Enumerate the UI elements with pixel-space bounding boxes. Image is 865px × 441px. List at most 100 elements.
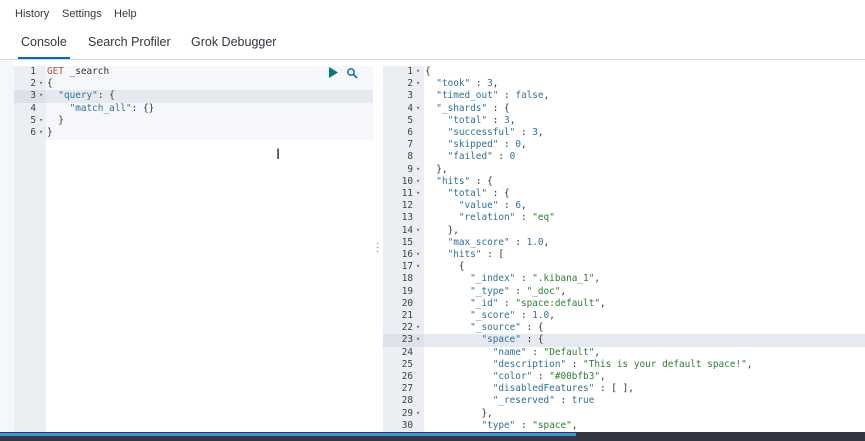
code-token: false bbox=[515, 90, 544, 102]
fold-arrow-icon[interactable]: ▾ bbox=[416, 250, 420, 258]
code-token: , bbox=[560, 285, 567, 297]
line-number: 5 bbox=[30, 114, 36, 126]
code-token: , bbox=[746, 358, 753, 370]
fold-arrow-icon[interactable]: ▾ bbox=[416, 104, 420, 112]
menu-help[interactable]: Help bbox=[114, 8, 137, 20]
code-token: "_reserved" bbox=[492, 395, 555, 407]
code-line: }, bbox=[424, 225, 865, 237]
line-number: 15 bbox=[401, 236, 413, 248]
code-line: { bbox=[46, 78, 373, 90]
bottom-status-bar bbox=[0, 432, 865, 441]
fold-arrow-icon[interactable]: ▾ bbox=[416, 189, 420, 197]
line-number: 11 bbox=[401, 188, 413, 199]
code-token: : bbox=[492, 151, 510, 163]
code-token: : bbox=[515, 419, 533, 431]
code-token: : bbox=[498, 139, 516, 151]
code-line: "disabledFeatures" : [ ], bbox=[424, 383, 865, 395]
fold-arrow-icon[interactable]: ▾ bbox=[39, 79, 43, 87]
menu-history[interactable]: History bbox=[15, 8, 49, 20]
code-line: "hits" : { bbox=[424, 176, 865, 188]
line-number: 13 bbox=[401, 212, 413, 224]
fold-arrow-icon[interactable]: ▾ bbox=[416, 323, 420, 331]
request-editor[interactable]: 1 2 ▾ 3 ▾ 4 5 ▾ 6 ▾ GET _search{ "query": { "matc… bbox=[14, 66, 373, 432]
tab-search-profiler[interactable]: Search Profiler bbox=[88, 35, 171, 49]
tab-console[interactable]: Console bbox=[18, 35, 70, 59]
line-number: 29 bbox=[401, 407, 413, 419]
wrench-icon[interactable] bbox=[346, 67, 358, 82]
code-token: "_score" bbox=[470, 310, 516, 321]
play-icon[interactable] bbox=[328, 67, 338, 81]
progress-bar bbox=[0, 433, 576, 436]
fold-arrow-icon[interactable]: ▾ bbox=[416, 409, 420, 417]
line-number: 5 bbox=[407, 114, 413, 126]
fold-arrow-icon[interactable]: ▾ bbox=[416, 262, 420, 270]
code-token: : bbox=[487, 114, 505, 126]
fold-arrow-icon[interactable]: ▾ bbox=[416, 335, 420, 343]
line-number: 22 bbox=[401, 322, 413, 334]
code-token: , bbox=[520, 200, 527, 212]
fold-arrow-icon[interactable]: ▾ bbox=[416, 165, 420, 173]
code-token: : bbox=[498, 90, 516, 102]
tab-grok-debugger[interactable]: Grok Debugger bbox=[191, 35, 276, 49]
code-line: "value" : 6, bbox=[424, 200, 865, 212]
code-token: "space" bbox=[532, 419, 572, 431]
code-token: , bbox=[543, 90, 550, 102]
fold-arrow-icon[interactable]: ▾ bbox=[39, 128, 43, 136]
code-line: "total" : { bbox=[424, 188, 865, 200]
code-token: : bbox=[498, 297, 516, 309]
code-token: : bbox=[566, 358, 584, 370]
code-token: , bbox=[600, 297, 606, 309]
code-token: 1.0 bbox=[532, 310, 550, 321]
fold-arrow-icon[interactable]: ▾ bbox=[416, 79, 420, 87]
code-token: 1.0 bbox=[526, 236, 544, 248]
line-number: 2 bbox=[30, 78, 36, 90]
code-line: "skipped" : 0, bbox=[424, 139, 865, 151]
line-number: 1 bbox=[407, 66, 413, 77]
code-token: , bbox=[549, 310, 555, 321]
code-token: "total" bbox=[447, 188, 488, 199]
code-token: { bbox=[425, 66, 431, 77]
code-line: "_id" : "space:default", bbox=[424, 298, 865, 310]
line-number: 21 bbox=[401, 310, 413, 321]
line-number: 17 bbox=[401, 261, 413, 273]
menu-settings[interactable]: Settings bbox=[62, 8, 102, 20]
code-token: "Default" bbox=[543, 346, 595, 358]
code-token: : [ bbox=[481, 249, 505, 260]
code-token: "color" bbox=[492, 371, 533, 382]
fold-arrow-icon[interactable]: ▾ bbox=[416, 226, 420, 234]
response-code-area[interactable]: { "took" : 3, "timed_out" : false, "_sha… bbox=[424, 66, 865, 432]
response-viewer[interactable]: 1 ▾ 2 ▾ 3 4 ▾ 5 6 7 8 9 ▾ 10 ▾ 11 ▾ 12 13 14 ▾ 15 16 ▾ 17 ▾ 18 19 20… bbox=[383, 66, 865, 432]
fold-arrow-icon[interactable]: ▾ bbox=[39, 116, 43, 124]
code-token: , bbox=[537, 127, 544, 138]
devtools-tabs: Console Search Profiler Grok Debugger bbox=[0, 28, 865, 60]
code-token: : { bbox=[97, 90, 115, 102]
line-number: 3 bbox=[30, 90, 36, 102]
fold-arrow-icon[interactable]: ▾ bbox=[39, 91, 43, 99]
line-number: 25 bbox=[401, 358, 413, 370]
code-token: , bbox=[543, 236, 550, 248]
code-line: "timed_out" : false, bbox=[424, 90, 865, 102]
code-line: "max_score" : 1.0, bbox=[424, 237, 865, 249]
code-line: "color" : "#00bfb3", bbox=[424, 371, 865, 383]
resizer-handle-icon[interactable]: · · · bbox=[376, 239, 379, 257]
code-token: 0 bbox=[509, 151, 516, 163]
code-token: { bbox=[47, 78, 53, 90]
code-token: : [ ], bbox=[594, 383, 634, 395]
fold-arrow-icon[interactable]: ▾ bbox=[416, 67, 420, 75]
request-code-area[interactable]: GET _search{ "query": { "match_all": {} … bbox=[46, 66, 373, 140]
fold-arrow-icon[interactable]: ▾ bbox=[416, 177, 420, 185]
line-number: 18 bbox=[401, 273, 413, 285]
code-line: "space" : { bbox=[424, 334, 865, 347]
line-number: 3 bbox=[407, 90, 413, 102]
